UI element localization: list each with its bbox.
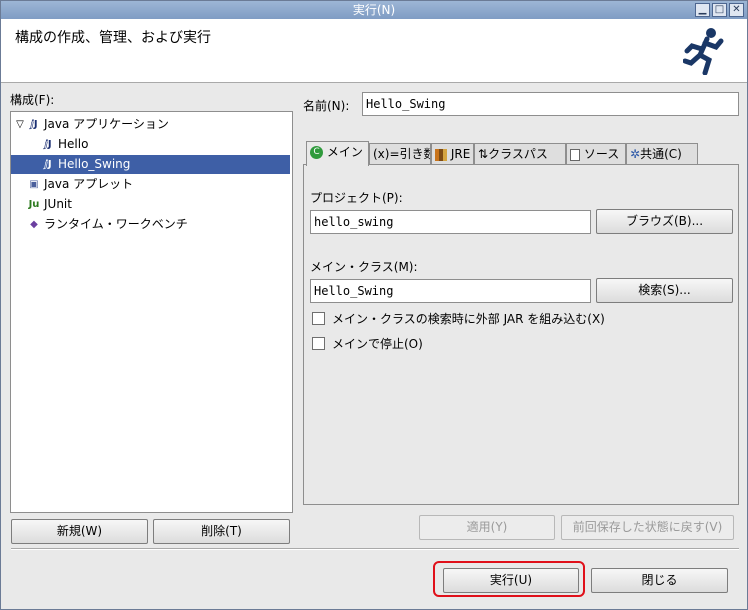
stop-in-main-checkbox[interactable] xyxy=(312,337,325,350)
apply-button[interactable]: 適用(Y) xyxy=(419,515,555,540)
tree-item[interactable]: Ju JUnit xyxy=(11,195,290,214)
close-button[interactable]: 閉じる xyxy=(591,568,728,593)
tab-jre[interactable]: JRE xyxy=(431,143,474,165)
close-icon[interactable]: ✕ xyxy=(729,3,744,17)
config-tree[interactable]: ▽ ⅉJ Java アプリケーション ⅉJ Hello ⅉJ Hello_Swing ▣ Jav… xyxy=(10,111,293,513)
java-app-icon: ⅉJ xyxy=(30,119,38,130)
source-tab-icon xyxy=(570,148,580,161)
maximize-icon[interactable]: □ xyxy=(712,3,727,17)
run-button-highlight xyxy=(433,561,585,597)
new-button[interactable]: 新規(W) xyxy=(11,519,148,544)
main-tab-panel: プロジェクト(P): hello_swing ブラウズ(B)... メイン・クラ… xyxy=(303,164,739,505)
include-jar-label: メイン・クラスの検索時に外部 JAR を組み込む(X) xyxy=(332,312,605,326)
junit-icon: Ju xyxy=(28,199,40,210)
main-tab-icon: C xyxy=(310,146,323,159)
search-button[interactable]: 検索(S)... xyxy=(596,278,733,303)
header-title: 構成の作成、管理、および実行 xyxy=(15,30,211,46)
tab-source[interactable]: ソース xyxy=(566,143,626,165)
tree-item[interactable]: ⅉJ Hello xyxy=(11,135,290,154)
classpath-tab-icon: ⇅ xyxy=(478,147,489,161)
delete-button[interactable]: 削除(T) xyxy=(153,519,290,544)
tab-main[interactable]: C メイン xyxy=(306,141,369,166)
tree-item-label: Hello_Swing xyxy=(58,157,131,171)
revert-button[interactable]: 前回保存した状態に戻す(V) xyxy=(561,515,734,540)
java-applet-icon: ▣ xyxy=(29,179,39,190)
java-class-icon: ⅉJ xyxy=(44,159,52,170)
jre-tab-icon xyxy=(435,148,447,161)
tab-classpath[interactable]: ⇅クラスパス xyxy=(474,143,566,165)
tree-item[interactable]: ⅉJ Hello_Swing xyxy=(11,155,290,174)
common-tab-icon: ✲ xyxy=(630,147,641,161)
name-input[interactable]: Hello_Swing xyxy=(362,92,739,116)
workbench-icon: ◆ xyxy=(30,219,38,230)
expand-toggle-icon[interactable]: ▽ xyxy=(13,115,27,134)
minimize-icon[interactable]: ▁ xyxy=(695,3,710,17)
stop-in-main-label: メインで停止(O) xyxy=(332,337,423,351)
run-dialog: 実行(N) ▁ □ ✕ 構成の作成、管理、および実行 構成(F): ▽ ⅉJ Jav… xyxy=(0,0,748,610)
running-man-icon xyxy=(683,28,724,75)
project-input[interactable]: hello_swing xyxy=(310,210,591,234)
dialog-header: 構成の作成、管理、および実行 xyxy=(1,19,747,83)
name-label: 名前(N): xyxy=(303,99,350,113)
tree-item-label: JUnit xyxy=(44,197,72,211)
window-title: 実行(N) xyxy=(352,3,396,17)
main-class-label: メイン・クラス(M): xyxy=(310,260,418,274)
project-label: プロジェクト(P): xyxy=(310,191,403,205)
tree-item-label: Java アプレット xyxy=(44,177,134,191)
tree-item-label: Java アプリケーション xyxy=(44,117,169,131)
tree-item-label: Hello xyxy=(58,137,89,151)
tree-item-label: ランタイム・ワークベンチ xyxy=(44,217,188,231)
include-jar-checkbox[interactable] xyxy=(312,312,325,325)
tree-item[interactable]: ◆ ランタイム・ワークベンチ xyxy=(11,215,290,234)
config-label: 構成(F): xyxy=(10,93,55,107)
title-bar[interactable]: 実行(N) ▁ □ ✕ xyxy=(1,1,747,19)
tree-item[interactable]: ▣ Java アプレット xyxy=(11,175,290,194)
main-class-input[interactable]: Hello_Swing xyxy=(310,279,591,303)
footer-separator xyxy=(11,548,739,550)
tab-common[interactable]: ✲共通(C) xyxy=(626,143,698,165)
tab-arguments[interactable]: (x)=引き数 xyxy=(369,143,431,165)
tree-item[interactable]: ▽ ⅉJ Java アプリケーション xyxy=(11,115,290,134)
java-class-icon: ⅉJ xyxy=(44,139,52,150)
browse-button[interactable]: ブラウズ(B)... xyxy=(596,209,733,234)
tab-bar: C メイン (x)=引き数 JRE ⇅クラスパス ソース ✲共通(C) xyxy=(303,141,698,166)
